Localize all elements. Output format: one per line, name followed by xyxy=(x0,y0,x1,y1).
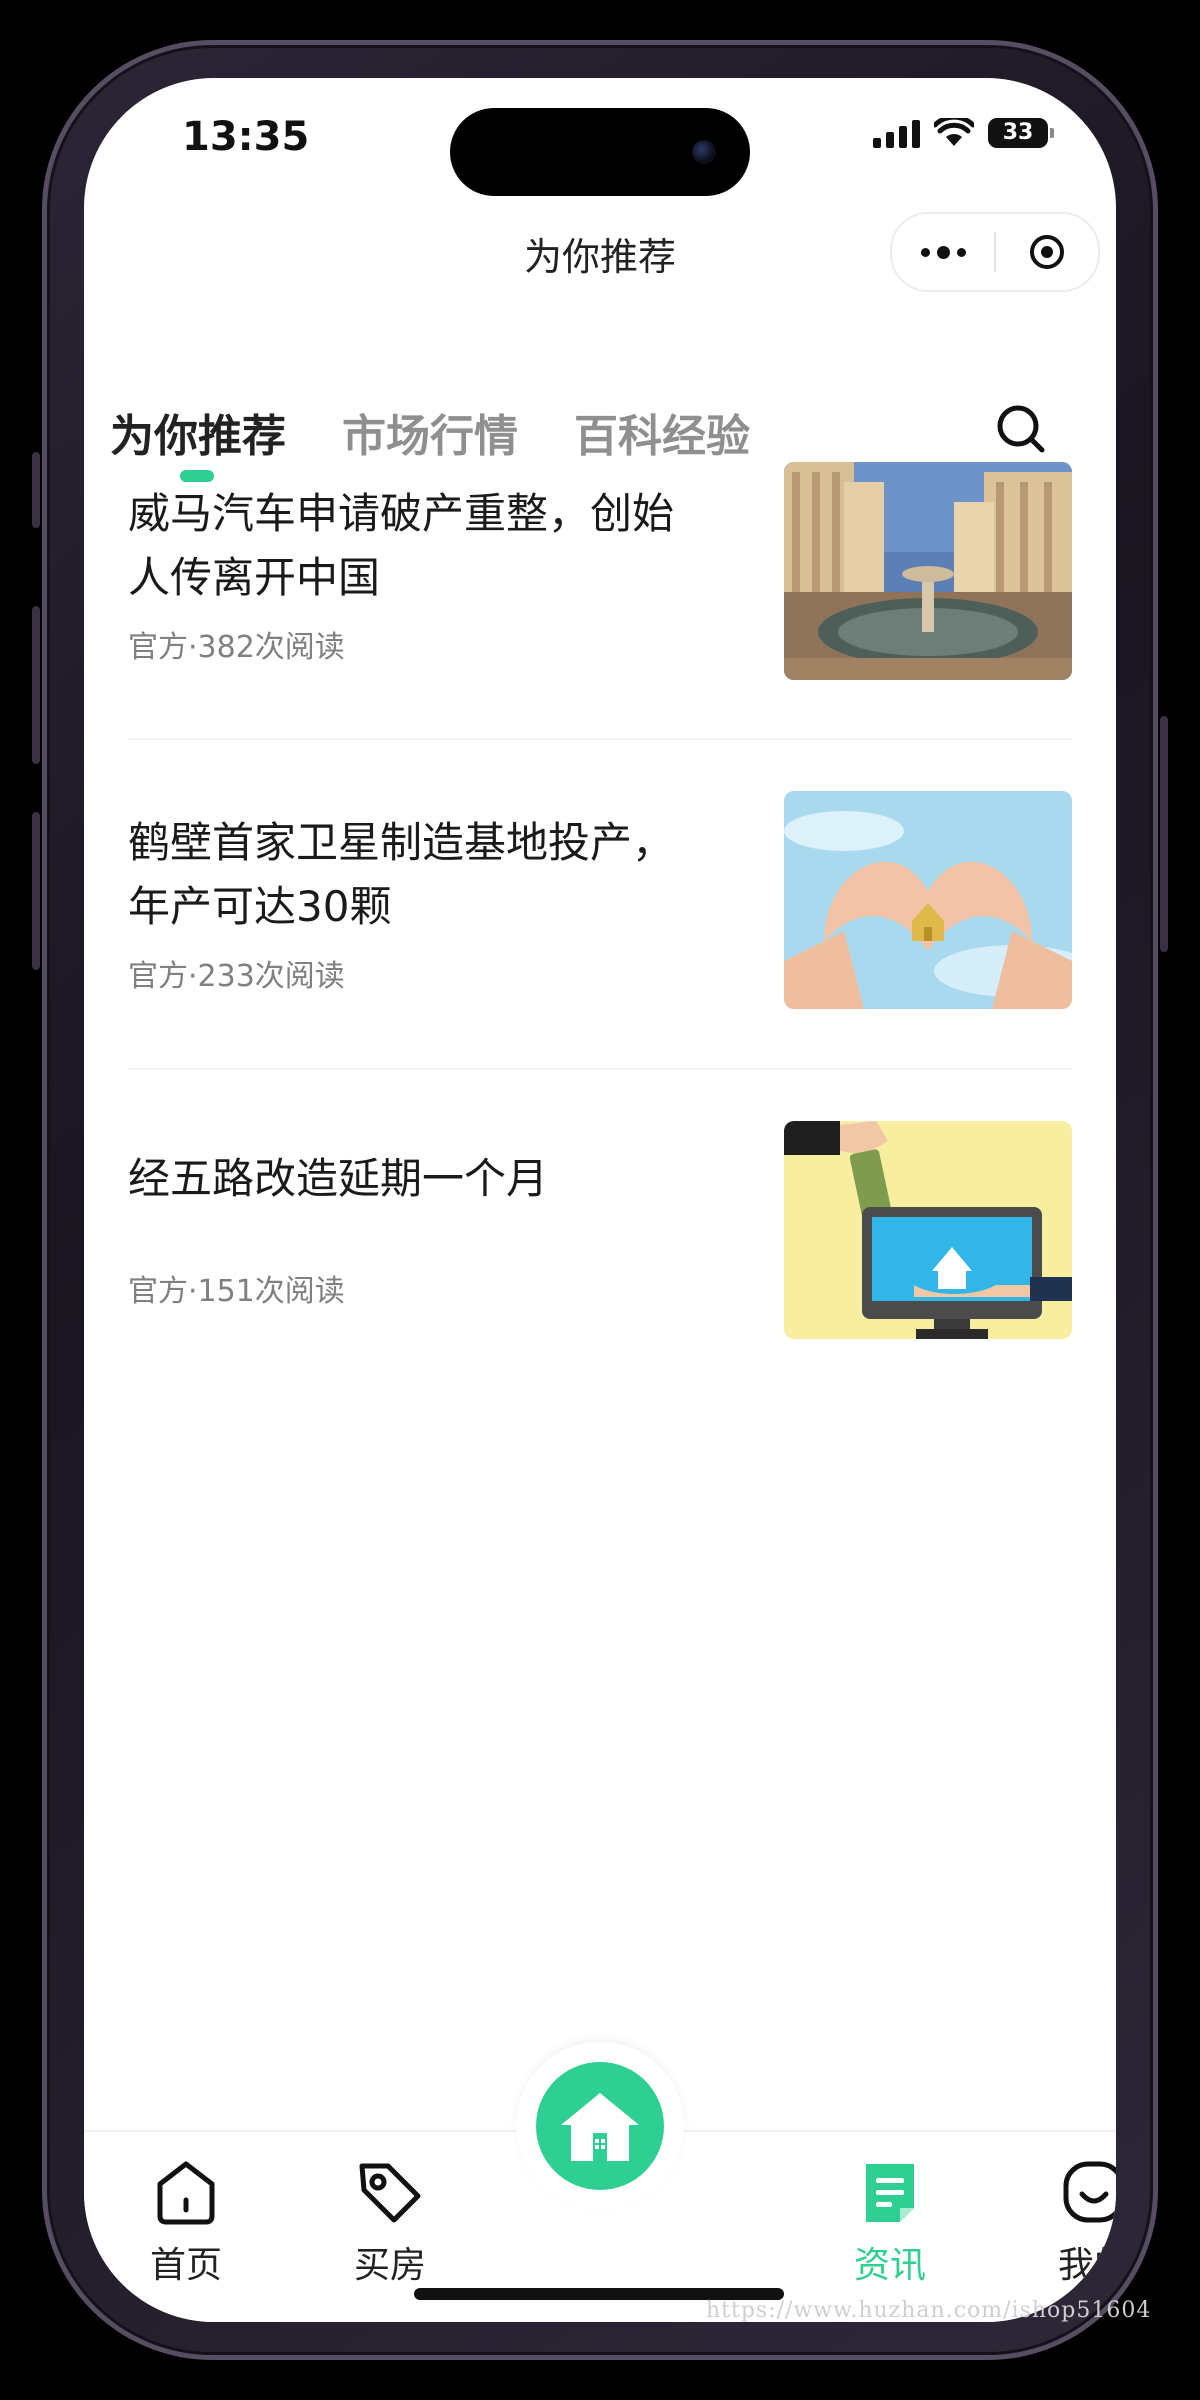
power-button xyxy=(1160,716,1168,952)
price-tag-icon xyxy=(359,2163,421,2223)
tab-recommend[interactable]: 为你推荐 xyxy=(110,400,286,464)
list-divider xyxy=(128,738,1072,740)
volume-down-button xyxy=(32,812,40,970)
article-meta: 官方·382次阅读 xyxy=(128,630,345,665)
more-menu-button[interactable] xyxy=(892,245,994,259)
search-icon xyxy=(997,405,1045,453)
tabbar-item-buy[interactable]: 买房 xyxy=(320,2156,460,2288)
center-home-button[interactable] xyxy=(516,2042,684,2210)
tabbar-item-mine[interactable]: 我的 xyxy=(1024,2156,1116,2288)
watermark: https://www.huzhan.com/ishop51604 xyxy=(706,2298,1152,2323)
tabbar-item-home[interactable]: 首页 xyxy=(116,2156,256,2288)
article-title: 经五路改造延期一个月 xyxy=(128,1154,549,1203)
article-meta: 官方·151次阅读 xyxy=(128,1274,345,1309)
tabbar-item-news[interactable]: 资讯 xyxy=(820,2156,960,2288)
close-mini-program-button[interactable] xyxy=(996,235,1098,269)
wifi-icon xyxy=(934,118,974,146)
category-tabs: 为你推荐 市场行情 百科经验 xyxy=(110,400,806,464)
news-document-icon xyxy=(866,2164,914,2222)
list-divider xyxy=(128,1068,1072,1070)
screen: 13:35 33 为你推荐 为你推荐 市场行情 百科经验 威马汽车申请破产重整，… xyxy=(84,78,1116,2322)
status-time: 13:35 xyxy=(182,114,310,160)
mute-switch xyxy=(32,452,40,528)
search-button[interactable] xyxy=(994,402,1050,458)
article-thumbnail xyxy=(784,462,1072,680)
tab-encyclopedia[interactable]: 百科经验 xyxy=(574,400,750,464)
list-item[interactable]: 经五路改造延期一个月 官方·151次阅读 xyxy=(128,1121,1072,1339)
battery-icon: 33 xyxy=(988,118,1054,148)
mini-program-capsule xyxy=(890,212,1100,292)
article-title: 鹤壁首家卫星制造基地投产，年产可达30颗 xyxy=(128,818,675,931)
volume-up-button xyxy=(32,606,40,764)
tabbar-label: 首页 xyxy=(149,2245,222,2286)
target-icon xyxy=(1030,235,1064,269)
list-item[interactable]: 鹤壁首家卫星制造基地投产，年产可达30颗 官方·233次阅读 xyxy=(128,791,1072,1009)
article-thumbnail xyxy=(784,791,1072,1009)
status-icons: 33 xyxy=(873,118,1054,148)
tab-market[interactable]: 市场行情 xyxy=(342,400,518,464)
tabbar-label: 买房 xyxy=(353,2245,426,2286)
article-meta: 官方·233次阅读 xyxy=(128,959,345,994)
cellular-signal-icon xyxy=(873,118,920,148)
home-icon xyxy=(157,2161,215,2225)
article-thumbnail xyxy=(784,1121,1072,1339)
house-icon xyxy=(561,2093,639,2161)
article-title: 威马汽车申请破产重整，创始人传离开中国 xyxy=(128,489,675,602)
tabbar-label: 资讯 xyxy=(853,2245,926,2286)
front-camera-icon xyxy=(692,140,716,164)
list-item[interactable]: 威马汽车申请破产重整，创始人传离开中国 官方·382次阅读 xyxy=(128,462,1072,680)
smile-profile-icon xyxy=(1063,2161,1116,2223)
tabbar-label: 我的 xyxy=(1057,2245,1116,2286)
dynamic-island xyxy=(450,108,750,196)
